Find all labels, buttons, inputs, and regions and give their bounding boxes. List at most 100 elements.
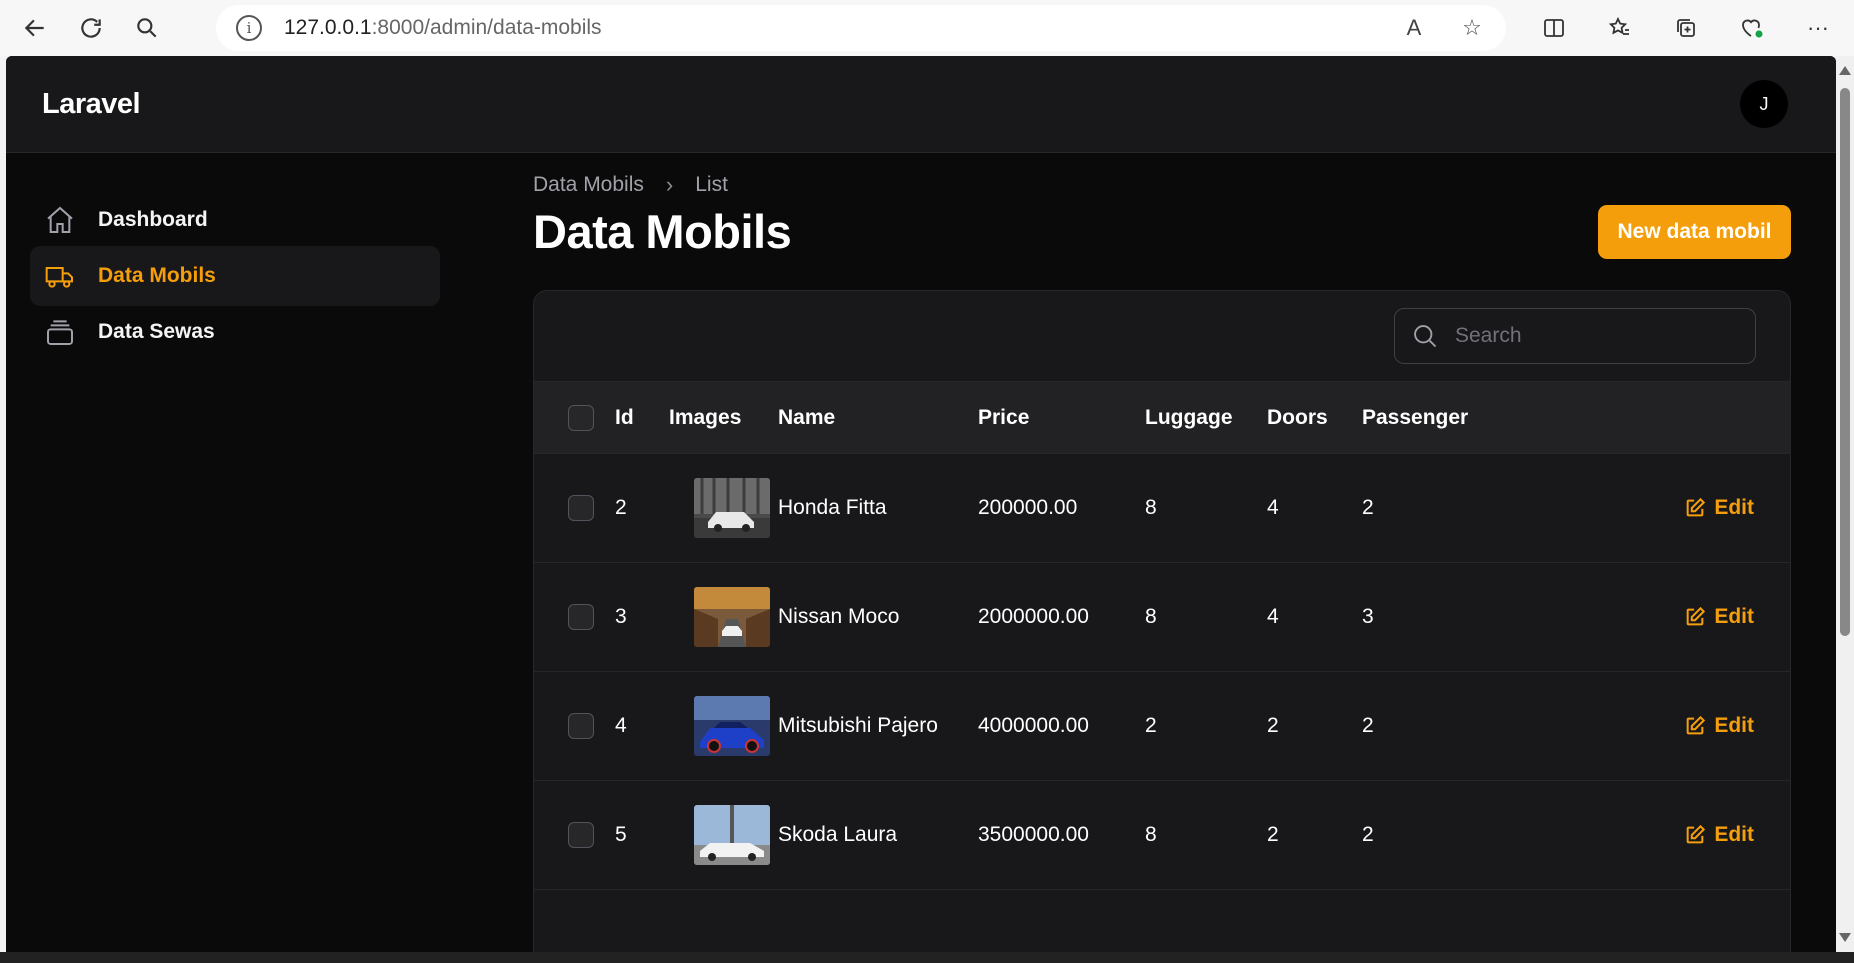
address-bar[interactable]: i 127.0.0.1:8000/admin/data-mobils A ☆: [216, 5, 1506, 51]
breadcrumb-link[interactable]: Data Mobils: [533, 173, 644, 197]
table-header: Id Images Name Price Luggage Doors Passe…: [534, 382, 1790, 454]
cell-name: Mitsubishi Pajero: [778, 714, 938, 737]
cell-doors: 2: [1267, 823, 1279, 846]
edit-button[interactable]: Edit: [1684, 605, 1754, 629]
page-title: Data Mobils: [533, 205, 792, 258]
sidebar-item-data-sewas[interactable]: Data Sewas: [30, 302, 440, 362]
sidebar-item-label: Data Mobils: [98, 264, 216, 287]
scroll-down-arrow-icon[interactable]: [1839, 933, 1851, 942]
cell-passenger: 2: [1362, 823, 1374, 846]
car-image: [694, 805, 770, 865]
cell-passenger: 2: [1362, 496, 1374, 519]
edit-icon: [1686, 824, 1706, 844]
split-screen-icon[interactable]: [1532, 6, 1576, 50]
cell-luggage: 8: [1145, 605, 1157, 628]
row-checkbox[interactable]: [568, 495, 594, 521]
car-image: [694, 587, 770, 647]
cell-luggage: 2: [1145, 714, 1157, 737]
cell-name: Skoda Laura: [778, 823, 898, 846]
cell-doors: 2: [1267, 714, 1279, 737]
browser-toolbar: i 127.0.0.1:8000/admin/data-mobils A ☆ ·…: [0, 0, 1854, 56]
edit-icon: [1686, 497, 1706, 517]
back-arrow-icon[interactable]: [13, 6, 57, 50]
column-header-doors[interactable]: Doors: [1267, 406, 1328, 430]
cell-name: Honda Fitta: [778, 496, 887, 519]
table-row[interactable]: 5 Skoda Laura 3500000.00 8 2 2 Edit: [534, 781, 1790, 890]
column-header-images: Images: [669, 405, 742, 429]
scrollbar-thumb[interactable]: [1840, 88, 1850, 636]
edit-button[interactable]: Edit: [1684, 496, 1754, 520]
cell-passenger: 3: [1362, 605, 1374, 628]
edit-label: Edit: [1714, 823, 1754, 846]
stack-icon: [47, 320, 73, 345]
edit-icon: [1686, 606, 1706, 626]
cell-price: 2000000.00: [978, 605, 1089, 628]
cell-id: 3: [615, 605, 627, 628]
sidebar: Dashboard Data Mobils Data Sewas: [6, 154, 440, 952]
reload-icon[interactable]: [69, 6, 113, 50]
cell-luggage: 8: [1145, 496, 1157, 519]
edit-button[interactable]: Edit: [1684, 823, 1754, 847]
truck-icon: [45, 267, 73, 288]
search-box[interactable]: [1394, 308, 1756, 364]
table-card: Id Images Name Price Luggage Doors Passe…: [533, 290, 1791, 952]
column-header-id[interactable]: Id: [615, 406, 634, 430]
cell-doors: 4: [1267, 605, 1279, 628]
cell-id: 2: [615, 496, 627, 519]
cell-name: Nissan Moco: [778, 605, 900, 628]
home-icon: [47, 206, 73, 233]
collections-icon[interactable]: [1664, 6, 1708, 50]
scroll-up-arrow-icon[interactable]: [1839, 66, 1851, 75]
browser-essentials-icon[interactable]: [1730, 6, 1774, 50]
read-aloud-icon[interactable]: A: [1400, 14, 1428, 42]
select-all-checkbox[interactable]: [568, 404, 594, 431]
row-checkbox[interactable]: [568, 822, 594, 848]
top-navbar: Laravel J: [6, 56, 1836, 153]
column-header-luggage[interactable]: Luggage: [1145, 406, 1233, 430]
edit-label: Edit: [1714, 496, 1754, 519]
edit-label: Edit: [1714, 605, 1754, 628]
favorite-star-icon[interactable]: ☆: [1458, 14, 1486, 42]
app-window: Laravel J Dashboard Data Mobils Data Sew…: [6, 56, 1836, 952]
brand-logo[interactable]: Laravel: [42, 88, 141, 121]
cell-luggage: 8: [1145, 823, 1157, 846]
cell-price: 3500000.00: [978, 823, 1089, 846]
user-avatar[interactable]: J: [1740, 80, 1788, 128]
table-row[interactable]: 3 Nissan Moco 2000000.00 8 4 3 Edit: [534, 563, 1790, 672]
cell-doors: 4: [1267, 496, 1279, 519]
edit-label: Edit: [1714, 714, 1754, 737]
cell-id: 5: [615, 823, 627, 846]
edit-button[interactable]: Edit: [1684, 714, 1754, 738]
sidebar-item-label: Data Sewas: [98, 320, 215, 343]
search-input[interactable]: [1455, 324, 1735, 348]
column-header-passenger[interactable]: Passenger: [1362, 406, 1468, 430]
breadcrumb-current: List: [695, 173, 728, 196]
column-header-name[interactable]: Name: [778, 406, 835, 430]
cell-id: 4: [615, 714, 627, 737]
cell-passenger: 2: [1362, 714, 1374, 737]
window-bottom-edge: [0, 952, 1854, 963]
cell-price: 4000000.00: [978, 714, 1089, 737]
car-image: [694, 478, 770, 538]
sidebar-item-dashboard[interactable]: Dashboard: [30, 190, 440, 250]
cell-price: 200000.00: [978, 496, 1078, 519]
column-header-price[interactable]: Price: [978, 406, 1029, 430]
edit-icon: [1686, 715, 1706, 735]
breadcrumb: Data Mobils › List: [533, 172, 728, 198]
url-text[interactable]: 127.0.0.1:8000/admin/data-mobils: [284, 16, 602, 40]
chevron-right-icon: ›: [665, 172, 674, 197]
sidebar-item-data-mobils[interactable]: Data Mobils: [30, 246, 440, 306]
car-image: [694, 696, 770, 756]
table-row[interactable]: 2 Honda Fitta 200000.00 8 4 2 Edit: [534, 454, 1790, 563]
more-options-icon[interactable]: ···: [1796, 6, 1840, 50]
sidebar-item-label: Dashboard: [98, 208, 208, 231]
table-row[interactable]: 4 Mitsubishi Pajero 4000000.00 2 2 2 Edi…: [534, 672, 1790, 781]
row-checkbox[interactable]: [568, 713, 594, 739]
new-data-mobil-button[interactable]: New data mobil: [1598, 205, 1791, 259]
search-icon[interactable]: [125, 6, 169, 50]
page-scrollbar[interactable]: [1836, 56, 1854, 952]
favorites-icon[interactable]: [1598, 6, 1642, 50]
table-toolbar: [534, 291, 1790, 382]
row-checkbox[interactable]: [568, 604, 594, 630]
info-icon[interactable]: i: [236, 15, 262, 41]
